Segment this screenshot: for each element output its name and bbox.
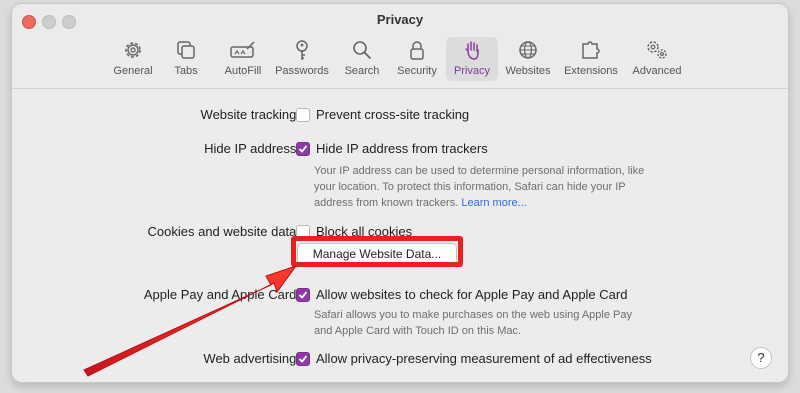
annotation-arrow (83, 265, 298, 377)
